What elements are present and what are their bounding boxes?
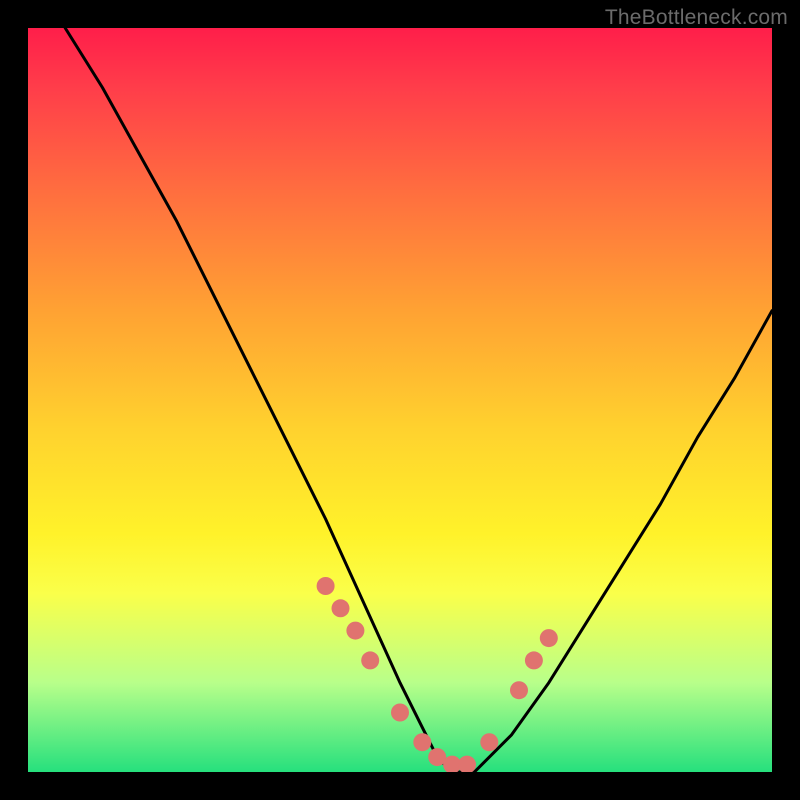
plot-area <box>28 28 772 772</box>
highlight-dot <box>332 599 350 617</box>
marker-group <box>317 577 558 772</box>
highlight-dot <box>361 651 379 669</box>
bottleneck-curve <box>65 28 772 772</box>
chart-svg <box>28 28 772 772</box>
highlight-dot <box>510 681 528 699</box>
highlight-dot <box>346 622 364 640</box>
highlight-dot <box>317 577 335 595</box>
highlight-dot <box>480 733 498 751</box>
curve-group <box>65 28 772 772</box>
highlight-dot <box>413 733 431 751</box>
highlight-dot <box>391 704 409 722</box>
highlight-dot <box>540 629 558 647</box>
watermark-text: TheBottleneck.com <box>605 6 788 30</box>
highlight-dot <box>525 651 543 669</box>
highlight-dot <box>458 756 476 772</box>
